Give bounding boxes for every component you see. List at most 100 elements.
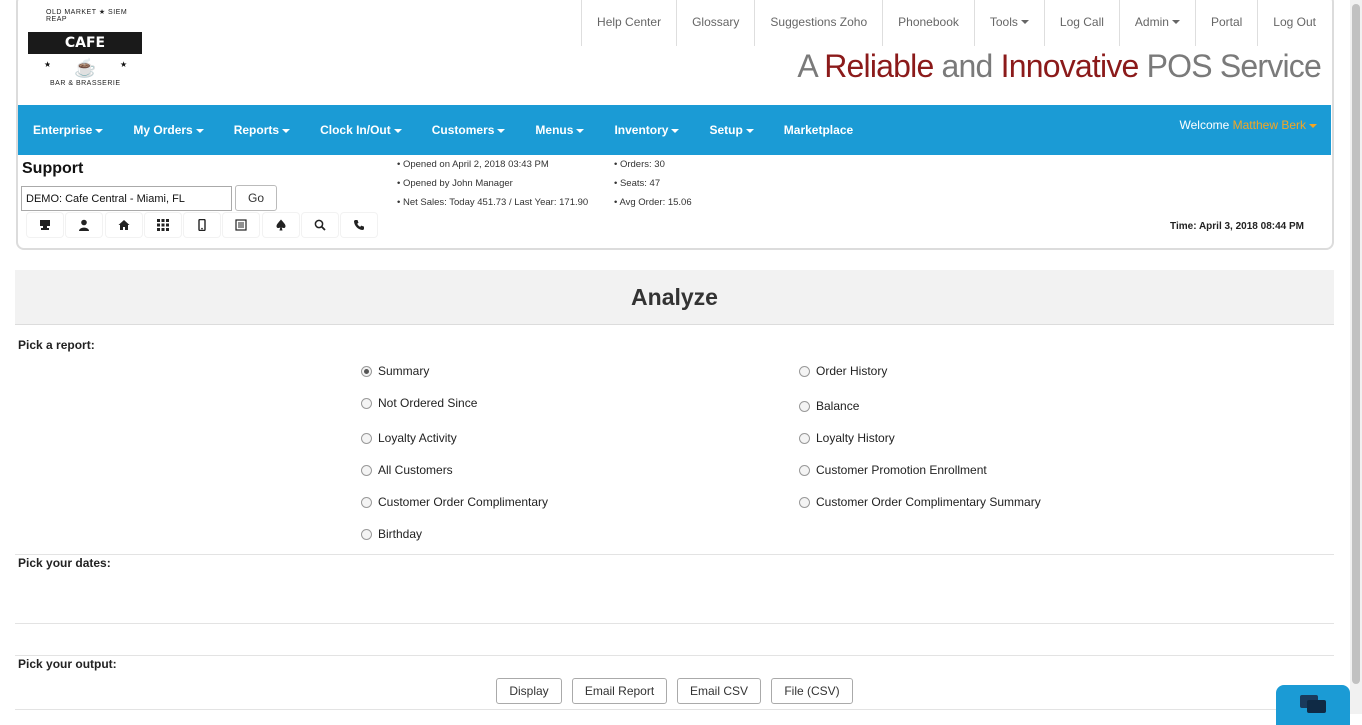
radio-summary[interactable]: Summary <box>361 364 429 378</box>
tagline-text: and <box>933 48 1001 84</box>
topnav-label: Admin <box>1134 15 1169 29</box>
nav-inventory[interactable]: Inventory <box>614 123 680 137</box>
star-icon: ★ <box>120 60 128 69</box>
topnav-log-call[interactable]: Log Call <box>1043 0 1119 46</box>
radio-button[interactable] <box>361 528 372 540</box>
nav-label: Inventory <box>614 123 669 137</box>
radio-button[interactable] <box>799 365 810 377</box>
nav-enterprise[interactable]: Enterprise <box>33 123 104 137</box>
spade-icon[interactable] <box>262 213 299 237</box>
topnav-glossary[interactable]: Glossary <box>676 0 754 46</box>
analyze-header: Analyze <box>15 270 1334 325</box>
caret-down-icon <box>1309 123 1317 128</box>
topnav-label: Glossary <box>692 15 740 29</box>
mobile-icon[interactable] <box>184 213 221 237</box>
phone-icon[interactable] <box>341 213 378 237</box>
radio-customer-order-complimentary-summary[interactable]: Customer Order Complimentary Summary <box>799 495 1041 509</box>
nav-label: Marketplace <box>783 123 854 137</box>
radio-balance[interactable]: Balance <box>799 399 859 413</box>
store-stats-left: Opened on April 2, 2018 03:43 PM Opened … <box>397 155 588 212</box>
topnav-suggestions[interactable]: Suggestions Zoho <box>754 0 882 46</box>
radio-customer-order-complimentary[interactable]: Customer Order Complimentary <box>361 495 548 509</box>
radio-button[interactable] <box>361 365 372 377</box>
tagline-text: POS Service <box>1138 48 1322 84</box>
logo-name: CAFE CENTRAL <box>28 32 142 73</box>
divider <box>15 709 1334 710</box>
radio-label: All Customers <box>378 463 453 477</box>
home-icon[interactable] <box>105 213 142 237</box>
radio-button[interactable] <box>361 432 372 444</box>
topnav-tools[interactable]: Tools <box>973 0 1044 46</box>
nav-setup[interactable]: Setup <box>709 123 754 137</box>
file-csv-button[interactable]: File (CSV) <box>771 678 853 704</box>
nav-customers[interactable]: Customers <box>432 123 506 137</box>
radio-button[interactable] <box>361 464 372 476</box>
divider <box>15 623 1334 624</box>
radio-loyalty-activity[interactable]: Loyalty Activity <box>361 431 457 445</box>
nav-label: Clock In/Out <box>320 123 391 137</box>
welcome-user[interactable]: Welcome Matthew Berk <box>1179 118 1317 132</box>
caret-down-icon <box>1020 20 1029 24</box>
orders-count: Orders: 30 <box>614 155 692 174</box>
nav-label: Reports <box>233 123 280 137</box>
tagline-text: Innovative <box>1000 48 1140 84</box>
nav-reports[interactable]: Reports <box>233 123 291 137</box>
radio-label: Loyalty History <box>816 431 895 445</box>
radio-button[interactable] <box>799 464 810 476</box>
radio-order-history[interactable]: Order History <box>799 364 887 378</box>
cafe-central-logo[interactable]: OLD MARKET ★ SIEM REAP ★ ★ CAFE CENTRAL … <box>24 4 148 94</box>
caret-down-icon <box>576 128 585 133</box>
quick-icon-bar <box>27 213 381 237</box>
topnav-portal[interactable]: Portal <box>1194 0 1257 46</box>
scrollbar-thumb[interactable] <box>1352 4 1360 684</box>
grid-icon[interactable] <box>144 213 181 237</box>
location-input[interactable] <box>21 186 232 211</box>
radio-all-customers[interactable]: All Customers <box>361 463 453 477</box>
radio-label: Balance <box>816 399 860 413</box>
receipt-icon[interactable] <box>223 213 260 237</box>
go-button[interactable]: Go <box>235 185 277 211</box>
radio-birthday[interactable]: Birthday <box>361 527 422 541</box>
coffee-cup-icon: ☕ <box>74 58 97 78</box>
topnav-admin[interactable]: Admin <box>1118 0 1195 46</box>
display-button[interactable]: Display <box>496 678 562 704</box>
email-report-button[interactable]: Email Report <box>572 678 667 704</box>
search-icon[interactable] <box>302 213 339 237</box>
nav-menus[interactable]: Menus <box>535 123 585 137</box>
user-icon[interactable] <box>66 213 103 237</box>
topnav-log-out[interactable]: Log Out <box>1257 0 1331 46</box>
nav-label: Setup <box>709 123 743 137</box>
topnav-phonebook[interactable]: Phonebook <box>882 0 974 46</box>
nav-clock-in-out[interactable]: Clock In/Out <box>320 123 402 137</box>
radio-button[interactable] <box>361 397 372 409</box>
caret-down-icon <box>282 128 291 133</box>
caret-down-icon <box>195 128 204 133</box>
radio-loyalty-history[interactable]: Loyalty History <box>799 431 895 445</box>
store-stats-right: Orders: 30 Seats: 47 Avg Order: 15.06 <box>614 155 692 212</box>
email-csv-button[interactable]: Email CSV <box>677 678 761 704</box>
page-title: Analyze <box>631 284 718 310</box>
topnav-label: Log Call <box>1059 15 1104 29</box>
register-icon[interactable] <box>27 213 63 237</box>
pick-report-label: Pick a report: <box>18 338 95 352</box>
radio-label: Customer Order Complimentary Summary <box>816 495 1041 509</box>
radio-label: Summary <box>378 364 430 378</box>
welcome-text: Welcome <box>1179 118 1233 132</box>
net-sales: Net Sales: Today 451.73 / Last Year: 171… <box>397 193 588 212</box>
chat-widget[interactable] <box>1276 685 1350 725</box>
radio-button[interactable] <box>799 400 810 412</box>
radio-label: Loyalty Activity <box>378 431 457 445</box>
topnav-help-center[interactable]: Help Center <box>581 0 676 46</box>
nav-marketplace[interactable]: Marketplace <box>784 123 853 137</box>
divider <box>15 655 1334 656</box>
radio-not-ordered-since[interactable]: Not Ordered Since <box>361 396 477 410</box>
logo-top-text: OLD MARKET ★ SIEM REAP <box>46 9 128 23</box>
vertical-scrollbar[interactable] <box>1350 0 1362 714</box>
nav-my-orders[interactable]: My Orders <box>133 123 204 137</box>
radio-button[interactable] <box>361 496 372 508</box>
caret-down-icon <box>1171 20 1180 24</box>
tagline: A Reliable and Innovative POS Service <box>797 48 1321 85</box>
radio-customer-promotion-enrollment[interactable]: Customer Promotion Enrollment <box>799 463 987 477</box>
radio-button[interactable] <box>799 496 810 508</box>
radio-button[interactable] <box>799 432 810 444</box>
